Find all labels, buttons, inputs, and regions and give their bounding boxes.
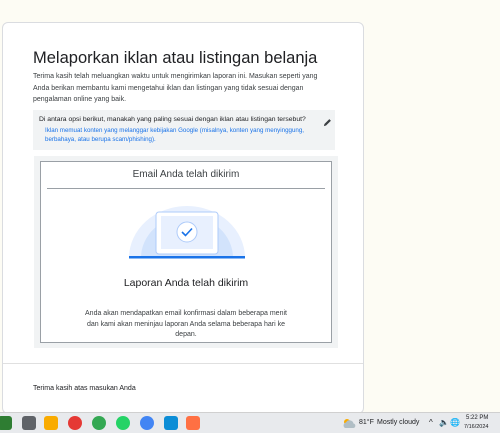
confirmation-detail: Anda akan mendapatkan email konfirmasi d… <box>85 310 287 338</box>
tray-chevron-icon[interactable]: ^ <box>429 418 433 427</box>
taskbar: 81°F Mostly cloudy ^ 🔈 🌐 5:22 PM 7/16/20… <box>0 412 500 433</box>
chat-icon[interactable] <box>0 416 12 430</box>
network-icon[interactable]: 🌐 <box>450 418 460 427</box>
question-summary: Di antara opsi berikut, manakah yang pal… <box>33 110 335 150</box>
report-sent-status: Laporan Anda telah dikirim <box>123 277 249 289</box>
weather-temp[interactable]: 81°F <box>359 419 374 426</box>
intro-text: Terima kasih telah meluangkan waktu untu… <box>33 73 318 103</box>
volume-icon[interactable]: 🔈 <box>439 418 449 427</box>
heading-divider <box>47 188 325 189</box>
cloud-icon[interactable] <box>342 417 356 429</box>
edge-icon[interactable] <box>164 416 178 430</box>
chrome-icon[interactable] <box>92 416 106 430</box>
chrome-profile-icon[interactable] <box>140 416 154 430</box>
thanks-text: Terima kasih atas masukan Anda <box>33 385 136 392</box>
section-divider <box>3 363 363 364</box>
page-title: Melaporkan iklan atau listingan belanja <box>33 49 318 67</box>
pencil-icon[interactable] <box>323 114 332 127</box>
question-text: Di antara opsi berikut, manakah yang pal… <box>39 116 306 123</box>
confirmation-card: Email Anda telah dikirim Laporan Anda te… <box>40 161 332 343</box>
confirmation-panel: Email Anda telah dikirim Laporan Anda te… <box>34 156 338 348</box>
confirmation-heading: Email Anda telah dikirim <box>132 169 240 180</box>
calculator-icon[interactable] <box>22 416 36 430</box>
whatsapp-icon[interactable] <box>116 416 130 430</box>
sticky-notes-icon[interactable] <box>44 416 58 430</box>
report-form-card: Melaporkan iklan atau listingan belanja … <box>2 22 364 414</box>
selected-answer: Iklan memuat konten yang melanggar kebij… <box>45 127 304 143</box>
clock-time[interactable]: 5:22 PM <box>466 415 488 421</box>
laptop-checkmark-icon <box>129 206 245 259</box>
app-badge-icon[interactable] <box>68 416 82 430</box>
weather-desc[interactable]: Mostly cloudy <box>377 419 419 426</box>
active-app-icon[interactable] <box>186 416 200 430</box>
clock-date[interactable]: 7/16/2024 <box>464 424 488 430</box>
